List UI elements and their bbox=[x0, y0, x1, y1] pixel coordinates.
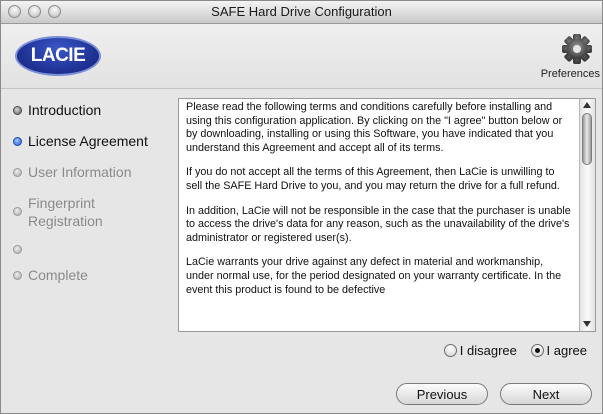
step-complete: Complete bbox=[13, 266, 175, 288]
vertical-scrollbar[interactable] bbox=[579, 99, 595, 331]
steps-sidebar: Introduction License Agreement User Info… bbox=[13, 101, 175, 297]
step-bullet-icon bbox=[13, 106, 22, 115]
agree-radio[interactable]: I agree bbox=[530, 343, 587, 358]
license-paragraph: Please read the following terms and cond… bbox=[186, 101, 563, 154]
step-bullet-icon bbox=[13, 207, 22, 216]
step-label: Complete bbox=[28, 267, 88, 283]
scroll-thumb[interactable] bbox=[582, 113, 592, 165]
agreement-options: I disagree I agree bbox=[434, 343, 587, 358]
title-bar: SAFE Hard Drive Configuration bbox=[1, 1, 602, 24]
step-bullet-icon bbox=[13, 245, 22, 254]
disagree-radio[interactable]: I disagree bbox=[443, 343, 517, 358]
step-label: License Agreement bbox=[28, 133, 148, 149]
step-introduction: Introduction bbox=[13, 101, 175, 123]
step-bullet-icon bbox=[13, 168, 22, 177]
gear-icon bbox=[562, 34, 592, 64]
license-paragraph: In addition, LaCie will not be responsib… bbox=[186, 204, 571, 244]
step-label: Introduction bbox=[28, 102, 102, 118]
step-user-information: User Information bbox=[13, 163, 175, 185]
step-blank bbox=[13, 243, 175, 257]
step-bullet-icon bbox=[13, 271, 22, 280]
config-window: SAFE Hard Drive Configuration LACIE Pref… bbox=[0, 0, 603, 414]
license-text: Please read the following terms and cond… bbox=[186, 101, 572, 331]
radio-checked-icon bbox=[530, 344, 544, 357]
header-bar: LACIE Preferences bbox=[1, 24, 602, 89]
license-paragraph: If you do not accept all the terms of th… bbox=[186, 166, 560, 192]
scroll-down-arrow-icon[interactable] bbox=[583, 321, 591, 327]
step-license-agreement: License Agreement bbox=[13, 132, 175, 154]
radio-unchecked-icon bbox=[443, 344, 457, 357]
preferences-label: Preferences bbox=[540, 68, 600, 80]
preferences-button[interactable]: Preferences bbox=[532, 32, 602, 82]
step-label: User Information bbox=[28, 164, 132, 180]
agree-label: I agree bbox=[546, 343, 587, 358]
step-label: Fingerprint Registration bbox=[28, 195, 103, 229]
license-paragraph: LaCie warrants your drive against any de… bbox=[186, 256, 562, 296]
scroll-up-arrow-icon[interactable] bbox=[583, 102, 591, 108]
disagree-label: I disagree bbox=[459, 343, 517, 358]
step-fingerprint-registration: Fingerprint Registration bbox=[13, 194, 175, 234]
lacie-logo: LACIE bbox=[15, 36, 101, 76]
next-button[interactable]: Next bbox=[500, 383, 592, 405]
previous-button[interactable]: Previous bbox=[396, 383, 488, 405]
window-title: SAFE Hard Drive Configuration bbox=[211, 4, 392, 19]
step-bullet-icon bbox=[13, 137, 22, 146]
license-text-area[interactable]: Please read the following terms and cond… bbox=[178, 98, 596, 332]
